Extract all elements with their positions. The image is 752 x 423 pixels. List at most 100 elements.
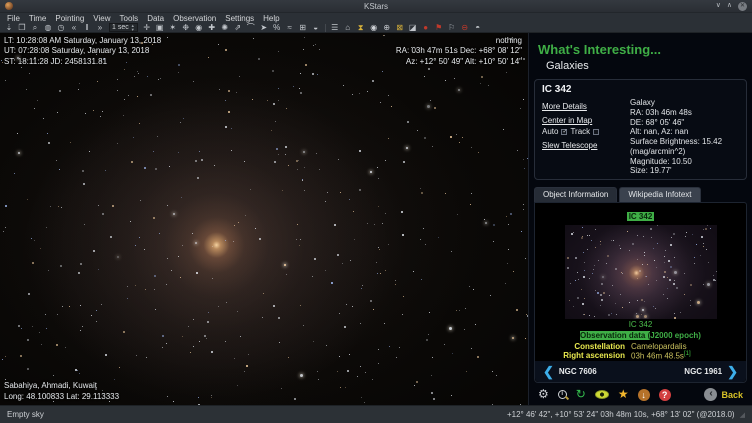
download-icon[interactable]: ↓ (638, 389, 650, 401)
focus-info-line-1: RA: 03h 47m 51s Dec: +68° 08' 12" (396, 46, 522, 56)
menu-help[interactable]: Help (263, 14, 279, 23)
track-checkbox[interactable] (593, 129, 599, 135)
set-time-icon[interactable]: ◷ (57, 23, 65, 32)
slew-telescope-link[interactable]: Slew Telescope (542, 141, 630, 150)
planets-toggle-icon[interactable]: ◉ (195, 23, 203, 32)
constellation-names-icon[interactable]: ➤ (260, 23, 268, 32)
object-nav-row: ❮ NGC 7606 NGC 1961 ❯ (535, 361, 746, 382)
visibility-eye-icon[interactable] (595, 390, 609, 399)
toggle-clock-icon[interactable]: ‖ (83, 23, 91, 32)
location-info-overlay: Sabahiya, Ahmadi, KuwaitLong: 48.100833 … (4, 381, 119, 402)
mask-icon[interactable]: ◪ (409, 23, 417, 32)
more-details-link[interactable]: More Details (542, 102, 630, 111)
observatory-icon[interactable]: ⌂ (344, 23, 352, 32)
split-circle-icon[interactable]: ◓ (474, 23, 482, 32)
crosshair-toggle-icon[interactable]: ✚ (208, 23, 216, 32)
thumbnail-starfield (565, 225, 717, 319)
title-bar[interactable]: KStars ∨ ∧ ✕ (0, 0, 752, 13)
lock-icon[interactable]: ⊠ (396, 23, 404, 32)
red-flag-icon[interactable]: ⚑ (435, 23, 443, 32)
deep-sky-toggle-icon[interactable]: ❉ (182, 23, 190, 32)
center-in-map-link[interactable]: Center in Map (542, 116, 630, 125)
object-info-text: GalaxyRA: 03h 46m 48sDE: 68° 05' 46"Alt:… (630, 98, 739, 176)
auto-label: Auto (542, 127, 558, 136)
whats-interesting-panel: What's Interesting... Galaxies IC 342 Mo… (528, 33, 752, 405)
reload-icon[interactable]: ↻ (576, 388, 586, 401)
time-step-spinbox[interactable]: 1 sec ▲▼ (109, 23, 138, 32)
back-label: Back (721, 390, 743, 400)
menu-settings[interactable]: Settings (225, 14, 254, 23)
constellation-lines-icon[interactable]: ⌒ (247, 23, 255, 32)
next-object-button[interactable]: NGC 1961 ❯ (684, 365, 738, 378)
flag-list-icon[interactable]: ☰ (331, 23, 339, 32)
object-summary-line-6: Size: 19.77' (630, 166, 739, 176)
observation-data-highlight: Observation data ( (580, 331, 650, 340)
sky-map[interactable]: LT: 10:28:08 AM Saturday, January 13, 20… (0, 33, 528, 405)
infobox-row: Right ascension03h 46m 48.5s[1] (535, 351, 746, 361)
minimize-icon[interactable]: ∨ (716, 2, 721, 10)
infobox-title[interactable]: IC 342 (627, 212, 655, 221)
reference-superscript[interactable]: [1] (684, 351, 691, 357)
record-icon[interactable]: ● (422, 23, 430, 32)
ic342-thumbnail (565, 225, 717, 319)
menu-file[interactable]: File (7, 14, 20, 23)
prev-arrow-icon[interactable]: ❮ (543, 365, 554, 378)
infobox-value: 03h 46m 48.5s[1] (631, 351, 746, 361)
time-step-back-icon[interactable]: « (70, 23, 78, 32)
back-button[interactable]: ‹Back (704, 388, 743, 401)
infobox-row: ConstellationCamelopardalis (535, 342, 746, 351)
menu-pointing[interactable]: Pointing (55, 14, 84, 23)
menu-observation[interactable]: Observation (173, 14, 216, 23)
maximize-icon[interactable]: ∧ (727, 2, 732, 10)
track-object-icon[interactable]: ✛ (143, 23, 151, 32)
thumbnail-caption: IC 342 (535, 320, 746, 329)
menu-time[interactable]: Time (29, 14, 46, 23)
panel-title: What's Interesting... (538, 42, 752, 57)
status-bar: Empty sky +12° 46' 42", +10° 53' 24" 03h… (0, 405, 752, 423)
observation-data-header: Observation data (J2000 epoch) (535, 331, 746, 340)
object-summary-line-5: Magnitude: 10.50 (630, 157, 739, 167)
constellation-art-icon[interactable]: % (273, 23, 281, 32)
stars-toggle-icon[interactable]: ✶ (169, 23, 177, 32)
next-arrow-icon[interactable]: ❯ (727, 365, 738, 378)
help-icon[interactable]: ? (659, 389, 671, 401)
download-data-icon[interactable]: ⇣ (5, 23, 13, 32)
horizon-icon[interactable]: ◒ (312, 23, 320, 32)
infobox-label: Constellation (535, 342, 631, 351)
resize-grip[interactable]: ◢ (740, 411, 745, 419)
location-info-line-0: Sabahiya, Ahmadi, Kuwait (4, 381, 119, 391)
geographic-location-icon[interactable]: ◍ (44, 23, 52, 32)
find-object-icon[interactable]: ⌕ (31, 23, 39, 32)
tab-object-information[interactable]: Object Information (534, 187, 617, 202)
time-info-line-1: UT: 07:28:08 Saturday, January 13, 2018 (4, 46, 161, 56)
auto-checkbox[interactable] (561, 129, 567, 135)
favorite-star-icon[interactable]: ★ (618, 388, 629, 401)
tab-wikipedia-infotext[interactable]: Wikipedia Infotext (619, 187, 700, 202)
milky-way-icon[interactable]: ≈ (286, 23, 294, 32)
infobox-value: Camelopardalis (631, 342, 746, 351)
supernovae-toggle-icon[interactable]: ✺ (221, 23, 229, 32)
prev-object-button[interactable]: ❮ NGC 7606 (543, 365, 597, 378)
time-step-forward-icon[interactable]: » (96, 23, 104, 32)
gray-flag-icon[interactable]: ⚐ (448, 23, 456, 32)
status-message: Empty sky (7, 410, 44, 419)
menu-tools[interactable]: Tools (120, 14, 139, 23)
screenshot-icon[interactable]: ▣ (156, 23, 164, 32)
wikipedia-infobox-pane[interactable]: IC 342 IC 342 Observation data (J2000 ep… (534, 202, 747, 383)
equatorial-grid-icon[interactable]: ⊞ (299, 23, 307, 32)
target-icon[interactable]: ⊕ (383, 23, 391, 32)
details-icon[interactable]: i (558, 390, 567, 399)
remove-flag-icon[interactable]: ⊖ (461, 23, 469, 32)
object-summary-line-2: DE: 68° 05' 46" (630, 118, 739, 128)
eye-icon[interactable]: ◉ (370, 23, 378, 32)
satellites-toggle-icon[interactable]: ⇗ (234, 23, 242, 32)
spinner-arrows-icon[interactable]: ▲▼ (131, 24, 135, 32)
close-icon[interactable]: ✕ (738, 2, 747, 11)
object-name: IC 342 (542, 84, 739, 95)
fov-symbol-icon[interactable]: ❐ (18, 23, 26, 32)
hourglass-icon[interactable]: ⧗ (357, 23, 365, 32)
settings-gear-icon[interactable]: ⚙ (538, 388, 549, 401)
status-coordinates: +12° 46' 42", +10° 53' 24" 03h 48m 10s, … (507, 410, 735, 419)
menu-view[interactable]: View (93, 14, 110, 23)
menu-data[interactable]: Data (147, 14, 164, 23)
